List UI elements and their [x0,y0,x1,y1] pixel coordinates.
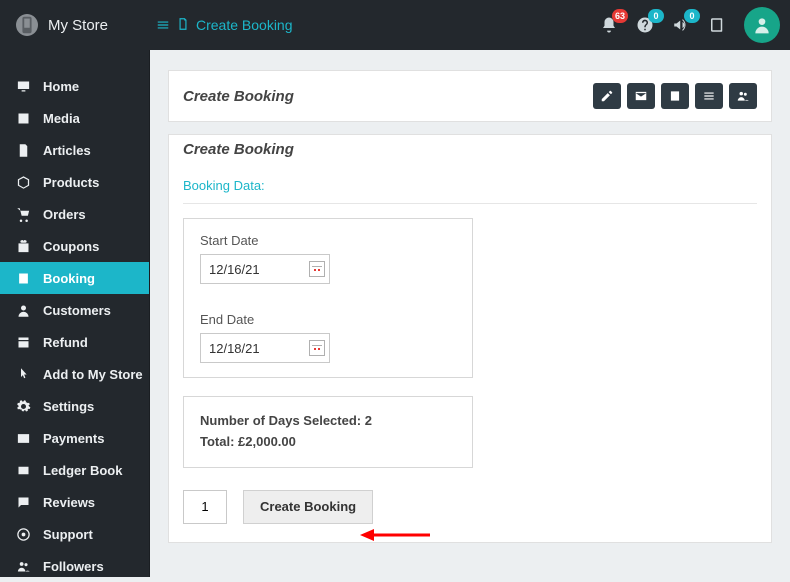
list-button[interactable] [695,83,723,109]
sidebar-item-label: Products [43,175,99,190]
section-title: Booking Data: [183,172,757,204]
sidebar-item-label: Ledger Book [43,463,122,478]
sidebar-item-label: Support [43,527,93,542]
end-date-field: End Date 12/18/21 [200,312,456,363]
monitor-icon [16,79,31,94]
sidebar-item-label: Media [43,111,80,126]
user-icon [16,303,31,318]
start-date-field: Start Date 12/16/21 [200,233,456,284]
end-date-input[interactable]: 12/18/21 [200,333,330,363]
create-booking-button[interactable]: Create Booking [243,490,373,524]
sidebar-item-refund[interactable]: Refund [0,326,149,358]
brand-name: My Store [48,17,108,34]
summary-total-label: Total: [200,434,234,449]
followers-icon [16,559,31,574]
sidebar-item-payments[interactable]: Payments [0,422,149,454]
sidebar-item-label: Add to My Store [43,367,143,382]
users-button[interactable] [729,83,757,109]
sidebar-item-followers[interactable]: Followers [0,550,149,582]
quantity-input[interactable] [183,490,227,524]
sidebar-item-home[interactable]: Home [0,70,149,102]
sidebar-item-ledger[interactable]: Ledger Book [0,454,149,486]
summary-total-value: £2,000.00 [238,434,296,449]
breadcrumb: Create Booking [150,17,293,34]
notifications-badge: 63 [612,9,628,23]
sidebar-item-label: Followers [43,559,104,574]
sidebar-item-orders[interactable]: Orders [0,198,149,230]
cube-icon [16,175,31,190]
sidebar: Home Media Articles Products Orders Coup… [0,50,150,577]
chat-icon [16,495,31,510]
page-title: Create Booking [183,88,294,105]
image-icon [16,111,31,126]
sidebar-item-support[interactable]: Support [0,518,149,550]
help-icon[interactable]: 0 [636,16,654,34]
announce-icon[interactable]: 0 [672,16,690,34]
start-date-input[interactable]: 12/16/21 [200,254,330,284]
dates-card: Start Date 12/16/21 End Date 12/18/21 [183,218,473,378]
breadcrumb-page[interactable]: Create Booking [196,17,293,33]
document-icon [176,17,190,34]
sidebar-item-label: Home [43,79,79,94]
menu-toggle-icon[interactable] [156,18,170,32]
edit-button[interactable] [593,83,621,109]
sidebar-item-coupons[interactable]: Coupons [0,230,149,262]
gift-icon [16,239,31,254]
sidebar-item-addtostore[interactable]: Add to My Store [0,358,149,390]
sidebar-item-products[interactable]: Products [0,166,149,198]
topbar-actions: 63 0 0 [600,0,780,50]
sidebar-item-label: Refund [43,335,88,350]
booking-form-panel: Create Booking Booking Data: Start Date … [168,134,772,543]
book-icon[interactable] [708,16,726,34]
mail-button[interactable] [627,83,655,109]
notifications-icon[interactable]: 63 [600,16,618,34]
support-icon [16,527,31,542]
main: Create Booking Create Booking Booking Da… [150,50,790,577]
document-icon [16,143,31,158]
sidebar-item-label: Orders [43,207,86,222]
sidebar-item-booking[interactable]: Booking [0,262,149,294]
sidebar-item-media[interactable]: Media [0,102,149,134]
sidebar-item-label: Settings [43,399,94,414]
refund-icon [16,335,31,350]
sidebar-item-customers[interactable]: Customers [0,294,149,326]
end-date-value: 12/18/21 [209,341,260,356]
sidebar-item-label: Booking [43,271,95,286]
summary-days-value: 2 [365,413,372,428]
sidebar-item-label: Customers [43,303,111,318]
brand-icon [16,14,38,36]
start-date-label: Start Date [200,233,456,248]
pointer-icon [16,367,31,382]
panel-actions [593,83,757,109]
form-title: Create Booking [183,141,757,158]
sidebar-item-settings[interactable]: Settings [0,390,149,422]
start-date-value: 12/16/21 [209,262,260,277]
sidebar-item-label: Articles [43,143,91,158]
brand[interactable]: My Store [0,0,150,50]
sidebar-item-label: Coupons [43,239,99,254]
sidebar-item-reviews[interactable]: Reviews [0,486,149,518]
settings-icon [16,399,31,414]
sidebar-item-articles[interactable]: Articles [0,134,149,166]
page-header-panel: Create Booking [168,70,772,122]
ledger-icon [16,463,31,478]
calendar-icon [16,271,31,286]
topbar: My Store Create Booking 63 0 0 [0,0,790,50]
sidebar-item-label: Reviews [43,495,95,510]
help-badge: 0 [648,9,664,23]
cart-icon [16,207,31,222]
avatar[interactable] [744,7,780,43]
announce-badge: 0 [684,9,700,23]
end-date-label: End Date [200,312,456,327]
calendar-picker-icon[interactable] [309,261,325,277]
summary-card: Number of Days Selected: 2 Total: £2,000… [183,396,473,468]
calendar-button[interactable] [661,83,689,109]
summary-days-label: Number of Days Selected: [200,413,361,428]
calendar-picker-icon[interactable] [309,340,325,356]
sidebar-item-label: Payments [43,431,104,446]
card-icon [16,431,31,446]
action-row: Create Booking [183,490,757,524]
